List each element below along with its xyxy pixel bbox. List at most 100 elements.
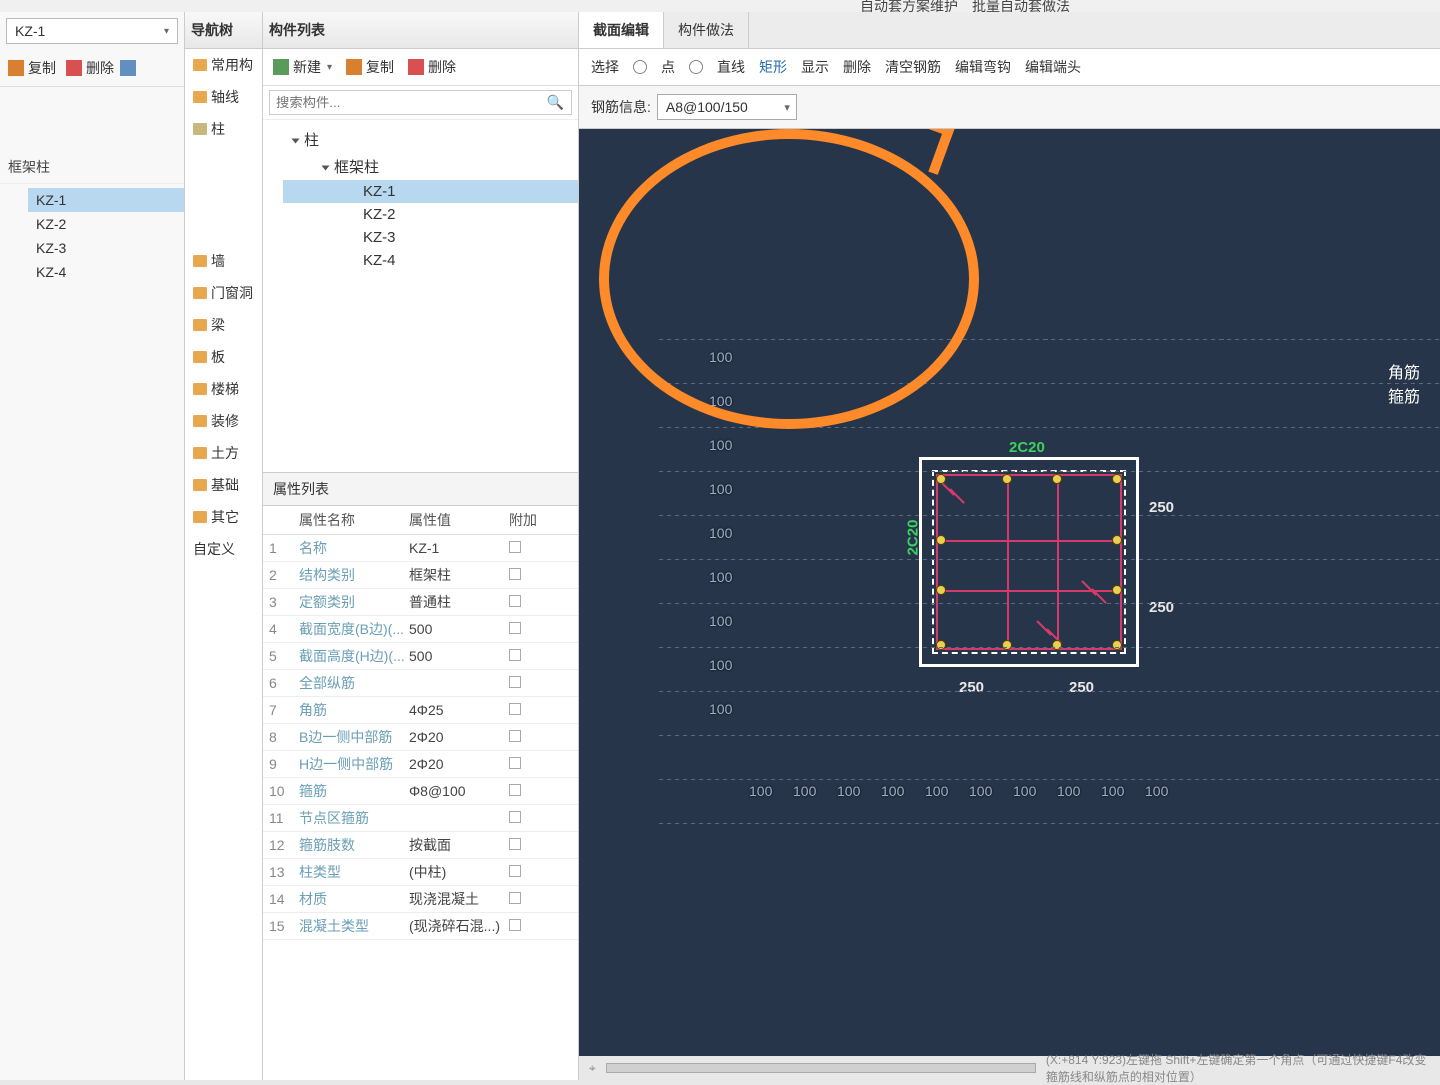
nav-tree: 导航树 常用构 轴线 柱 墙 门窗洞 梁 板 楼梯 装修 土方 基础 其它 自定… xyxy=(185,12,263,1080)
folder-icon xyxy=(193,351,207,363)
tree-leaf[interactable]: KZ-2 xyxy=(283,203,578,226)
left-panel: KZ-1 ▾ 复制 删除 框架柱 KZ-1 KZ-2 KZ-3 KZ-4 xyxy=(0,12,185,1080)
legend: 角筋4C25 箍筋A8@100 xyxy=(1388,359,1420,407)
tree-node[interactable]: 柱 xyxy=(283,126,578,153)
component-list-header: 构件列表 xyxy=(263,12,578,49)
property-row[interactable]: 4截面宽度(B边)(...500 xyxy=(263,616,578,643)
kz-item[interactable]: KZ-3 xyxy=(28,236,184,260)
cursor-indicator: ⌖ xyxy=(589,1061,596,1076)
tab-component-method[interactable]: 构件做法 xyxy=(664,12,749,48)
action-edit-hook[interactable]: 编辑弯钩 xyxy=(955,57,1011,77)
tree-leaf[interactable]: KZ-1 xyxy=(283,180,578,203)
nav-item[interactable]: 梁 xyxy=(185,309,262,341)
nav-item[interactable]: 常用构 xyxy=(185,49,262,81)
rebar-label-left: 2C20 xyxy=(904,520,921,556)
corner-rebar xyxy=(936,640,946,650)
property-row[interactable]: 10箍筋Φ8@100 xyxy=(263,778,578,805)
property-row[interactable]: 13柱类型(中柱) xyxy=(263,859,578,886)
mid-rebar xyxy=(936,535,946,545)
grid-label: 100 xyxy=(1145,783,1168,799)
nav-item[interactable]: 基础 xyxy=(185,469,262,501)
property-row[interactable]: 15混凝土类型(现浇碎石混...) xyxy=(263,913,578,940)
stirrup-leg-v xyxy=(1057,474,1059,650)
mid-rebar xyxy=(1112,585,1122,595)
grid-label: 100 xyxy=(925,783,948,799)
property-row[interactable]: 2结构类别框架柱 xyxy=(263,562,578,589)
folder-icon xyxy=(193,511,207,523)
property-row[interactable]: 12箍筋肢数按截面 xyxy=(263,832,578,859)
nav-item[interactable]: 墙 xyxy=(185,245,262,277)
action-display[interactable]: 显示 xyxy=(801,57,829,77)
property-row[interactable]: 6全部纵筋 xyxy=(263,670,578,697)
tree-leaf[interactable]: KZ-3 xyxy=(283,226,578,249)
folder-icon xyxy=(193,319,207,331)
property-row[interactable]: 11节点区箍筋 xyxy=(263,805,578,832)
nav-item[interactable]: 楼梯 xyxy=(185,373,262,405)
properties-body: 1名称KZ-12结构类别框架柱3定额类别普通柱4截面宽度(B边)(...5005… xyxy=(263,535,578,940)
nav-item[interactable]: 板 xyxy=(185,341,262,373)
grid-label: 100 xyxy=(1013,783,1036,799)
grid-label: 100 xyxy=(881,783,904,799)
grid-label: 100 xyxy=(709,569,732,585)
nav-item[interactable]: 其它 xyxy=(185,501,262,533)
property-row[interactable]: 5截面高度(H边)(...500 xyxy=(263,643,578,670)
dim-h2: 250 xyxy=(1149,599,1174,616)
grid-label: 100 xyxy=(709,481,732,497)
property-row[interactable]: 8B边一侧中部筋2Φ20 xyxy=(263,724,578,751)
folder-open-icon xyxy=(193,123,207,135)
grid-label: 100 xyxy=(709,349,732,365)
stirrup-inner xyxy=(936,474,1122,650)
search-icon[interactable]: 🔍 xyxy=(547,94,564,111)
property-row[interactable]: 9H边一侧中部筋2Φ20 xyxy=(263,751,578,778)
radio-line[interactable] xyxy=(689,60,703,74)
action-edit-end[interactable]: 编辑端头 xyxy=(1025,57,1081,77)
rebar-info-combo[interactable]: A8@100/150 ▾ xyxy=(657,94,797,120)
horizontal-scrollbar[interactable] xyxy=(606,1063,1036,1073)
nav-item[interactable]: 柱 xyxy=(185,113,262,145)
dim-h1: 250 xyxy=(1149,499,1174,516)
action-rect[interactable]: 矩形 xyxy=(759,57,787,77)
tree-leaf[interactable]: KZ-4 xyxy=(283,249,578,272)
grid-label: 100 xyxy=(793,783,816,799)
section-canvas[interactable]: 2C20 2C20 250 250 250 250 10010010010010… xyxy=(579,129,1440,1080)
dim-b1: 250 xyxy=(959,679,984,696)
grid-label: 100 xyxy=(749,783,772,799)
nav-item[interactable]: 装修 xyxy=(185,405,262,437)
select-button[interactable]: 选择 xyxy=(591,57,619,77)
nav-item[interactable]: 轴线 xyxy=(185,81,262,113)
tab-section-edit[interactable]: 截面编辑 xyxy=(579,12,664,48)
kz-item[interactable]: KZ-1 xyxy=(28,188,184,212)
property-row[interactable]: 3定额类别普通柱 xyxy=(263,589,578,616)
kz-item[interactable]: KZ-2 xyxy=(28,212,184,236)
rebar-info-row: 钢筋信息: A8@100/150 ▾ xyxy=(579,86,1440,129)
delete-button[interactable]: 删除 xyxy=(62,56,118,80)
mid-rebar xyxy=(936,585,946,595)
component-select[interactable]: KZ-1 ▾ xyxy=(6,18,178,44)
folder-icon xyxy=(193,479,207,491)
column-section xyxy=(919,457,1139,667)
nav-item[interactable]: 门窗洞 xyxy=(185,277,262,309)
property-row[interactable]: 1名称KZ-1 xyxy=(263,535,578,562)
action-clear[interactable]: 清空钢筋 xyxy=(885,57,941,77)
new-button[interactable]: 新建▾ xyxy=(269,55,336,79)
component-list-panel: 构件列表 新建▾ 复制 删除 🔍 柱 框架柱 KZ-1 KZ-2 KZ-3 KZ… xyxy=(263,12,579,1080)
folder-icon xyxy=(193,383,207,395)
copy-button[interactable]: 复制 xyxy=(342,55,398,79)
tree-node[interactable]: 框架柱 xyxy=(283,153,578,180)
property-row[interactable]: 7角筋4Φ25 xyxy=(263,697,578,724)
grid-label: 100 xyxy=(837,783,860,799)
nav-item[interactable]: 自定义 xyxy=(185,533,262,565)
folder-icon xyxy=(193,255,207,267)
mid-rebar xyxy=(1052,474,1062,484)
copy-button[interactable]: 复制 xyxy=(4,56,60,80)
grid-label: 100 xyxy=(709,613,732,629)
property-row[interactable]: 14材质现浇混凝土 xyxy=(263,886,578,913)
action-delete[interactable]: 删除 xyxy=(843,57,871,77)
chevron-down-icon: ▾ xyxy=(164,26,169,37)
radio-point[interactable] xyxy=(633,60,647,74)
more-icon[interactable] xyxy=(120,60,136,76)
nav-item[interactable]: 土方 xyxy=(185,437,262,469)
delete-button[interactable]: 删除 xyxy=(404,55,460,79)
search-input[interactable] xyxy=(269,90,572,115)
kz-item[interactable]: KZ-4 xyxy=(28,260,184,284)
